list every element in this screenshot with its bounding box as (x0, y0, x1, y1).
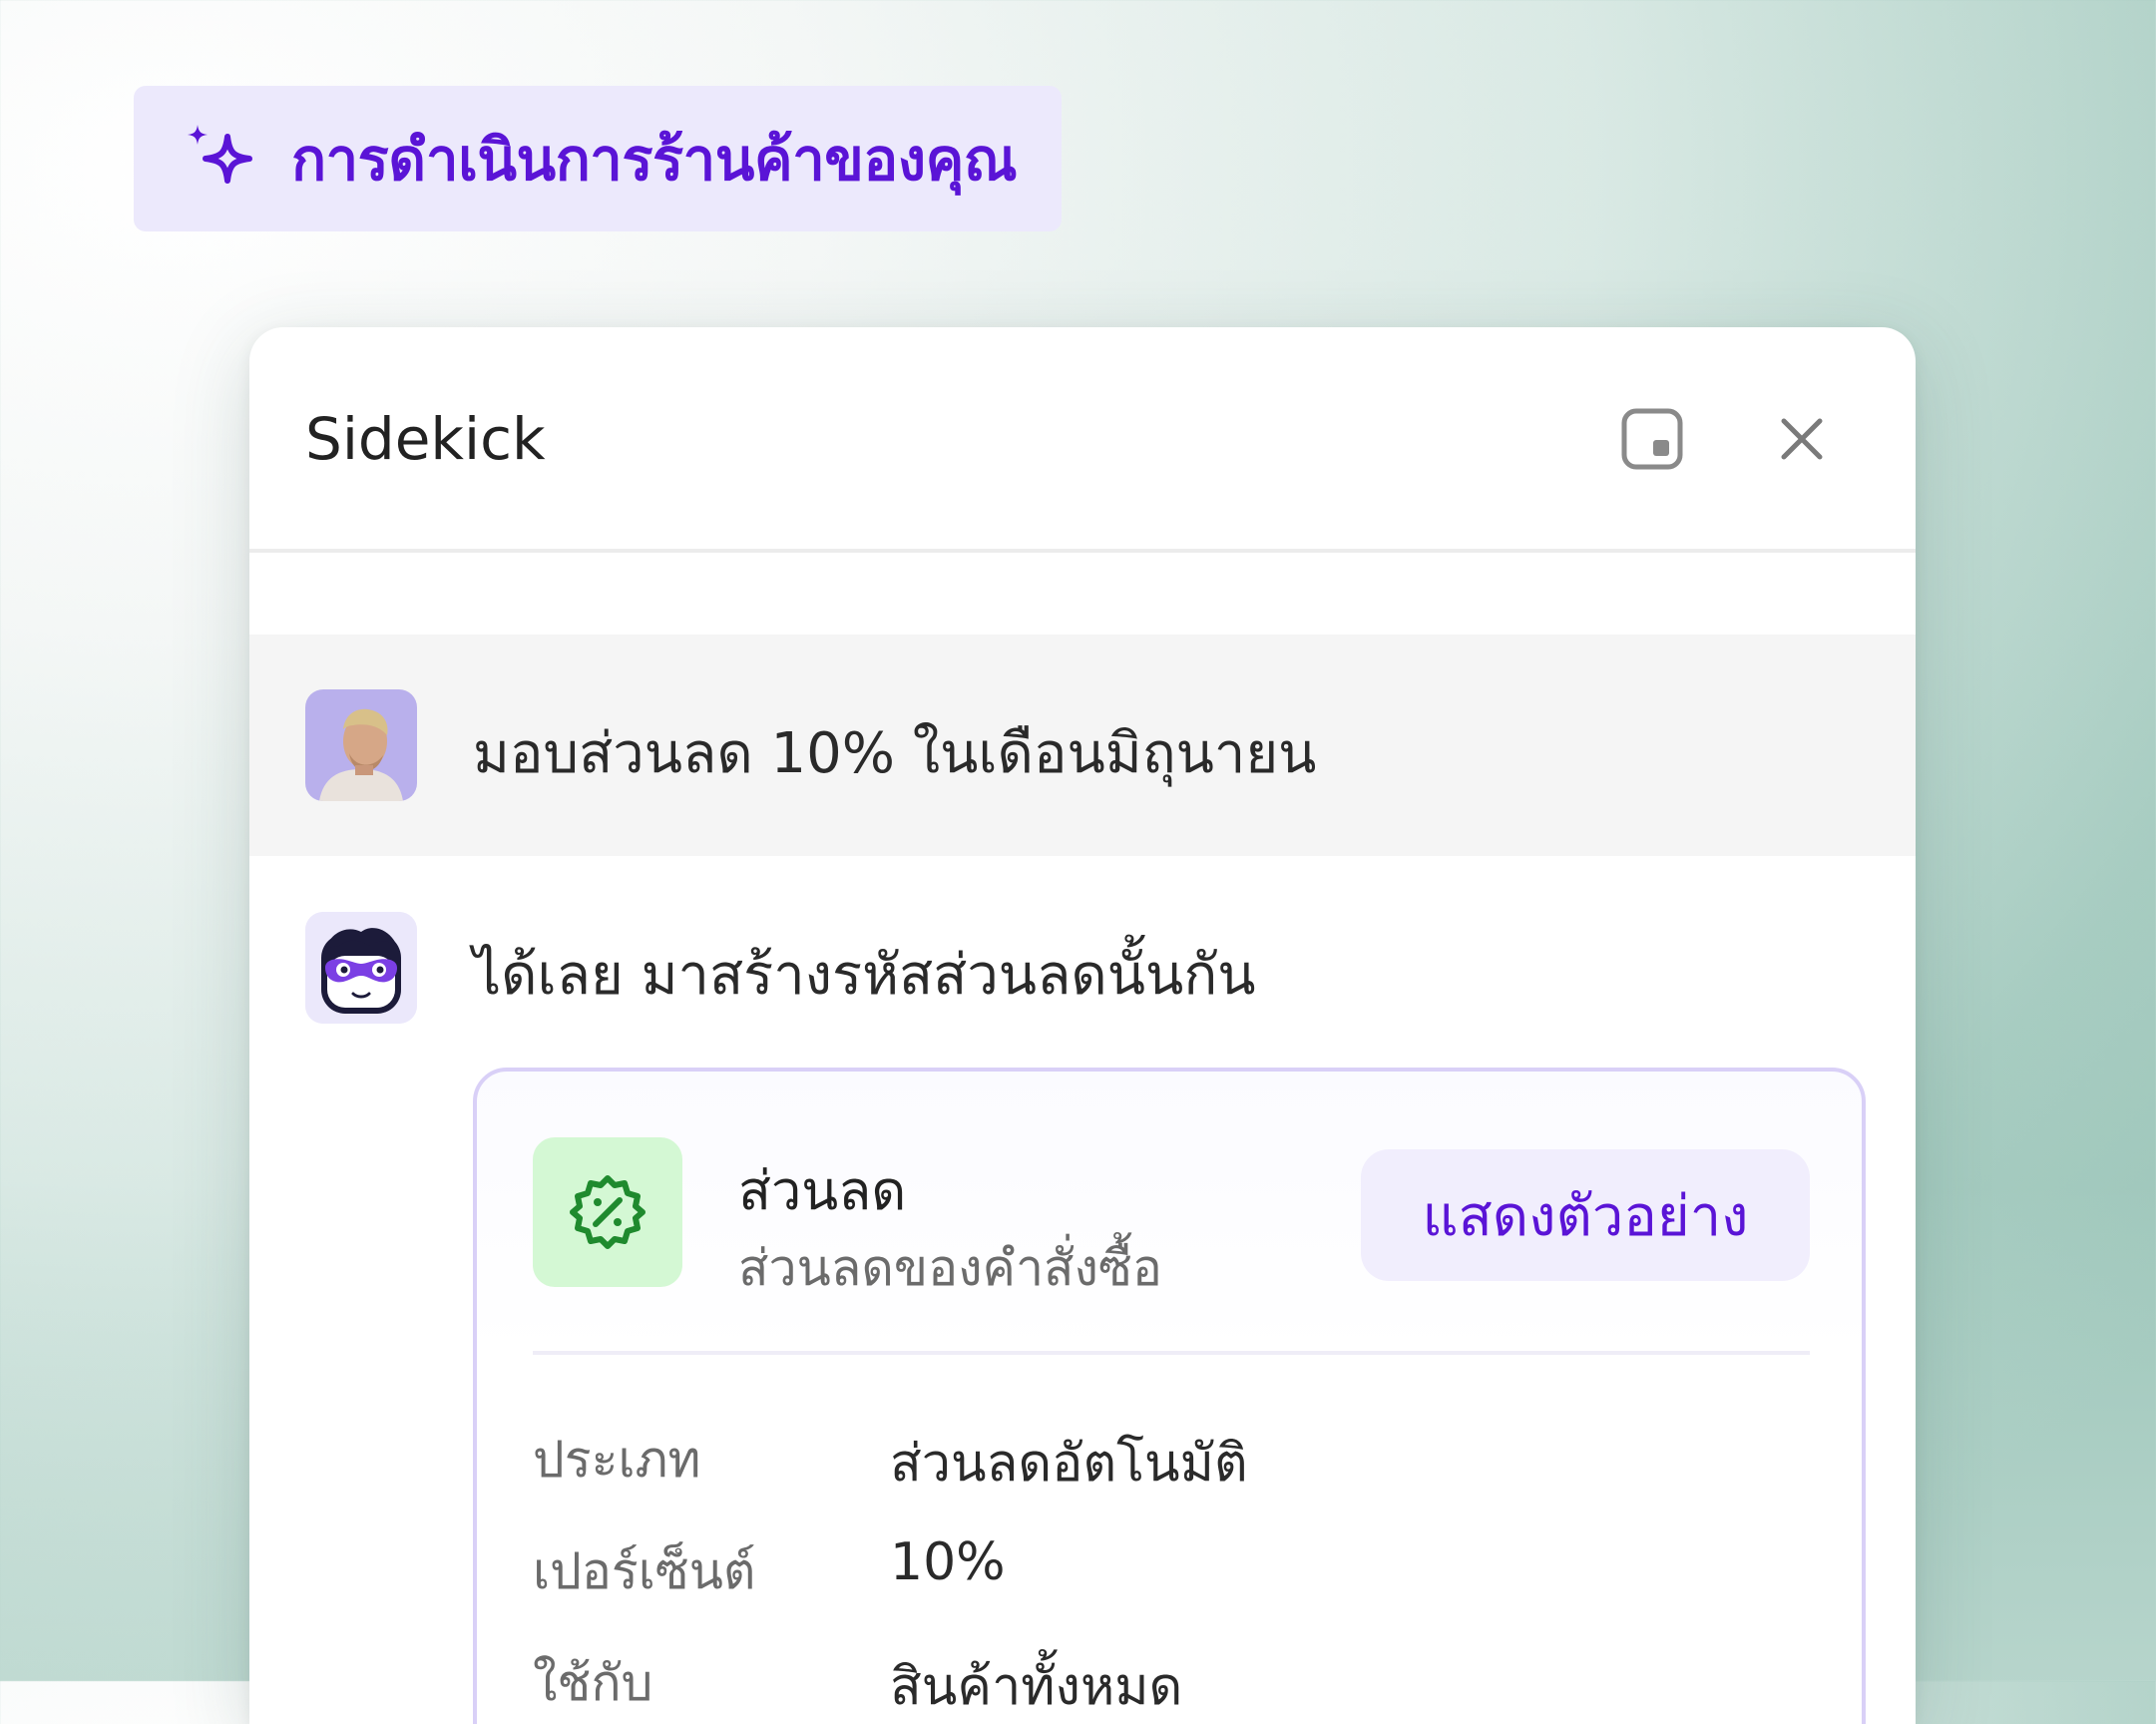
sidekick-avatar (305, 912, 417, 1024)
badge-label: การดำเนินการร้านค้าของคุณ (291, 125, 1018, 194)
panel-title: Sidekick (305, 405, 546, 473)
card-subtitle: ส่วนลดของคำสั่งซื้อ (738, 1239, 1162, 1297)
assistant-message: ได้เลย มาสร้างรหัสส่วนลดนั้นกัน (473, 943, 1256, 1008)
card-divider (533, 1351, 1810, 1355)
card-title: ส่วนลด (738, 1159, 907, 1222)
detail-label-percent: เปอร์เซ็นต์ (533, 1542, 756, 1600)
store-actions-badge: การดำเนินการร้านค้าของคุณ (134, 86, 1062, 231)
sparkle-icon (188, 125, 252, 184)
detail-value-applies-to: สินค้าทั้งหมด (890, 1657, 1183, 1717)
detail-label-applies-to: ใช้กับ (533, 1654, 653, 1712)
user-message-row: มอบส่วนลด 10% ในเดือนมิถุนายน (249, 635, 1916, 856)
detail-value-type: ส่วนลดอัตโนมัติ (890, 1434, 1248, 1494)
sidekick-panel: Sidekick มอบส่วนลด 10% ในเดือนมิถุนายน ไ… (249, 327, 1916, 1724)
panel-header: Sidekick (249, 327, 1916, 553)
discount-icon-tile (533, 1137, 682, 1287)
close-icon (1781, 418, 1823, 460)
preview-button[interactable]: แสดงตัวอย่าง (1361, 1149, 1810, 1281)
detail-value-percent: 10% (890, 1532, 1006, 1592)
detail-label-type: ประเภท (533, 1431, 701, 1489)
user-avatar (305, 689, 417, 801)
discount-card: ส่วนลด ส่วนลดของคำสั่งซื้อ แสดงตัวอย่าง … (473, 1068, 1866, 1724)
dock-button[interactable] (1612, 399, 1692, 479)
close-button[interactable] (1762, 399, 1842, 479)
dock-icon (1621, 408, 1683, 470)
discount-badge-icon (570, 1175, 646, 1249)
user-message: มอบส่วนลด 10% ในเดือนมิถุนายน (473, 721, 1317, 786)
